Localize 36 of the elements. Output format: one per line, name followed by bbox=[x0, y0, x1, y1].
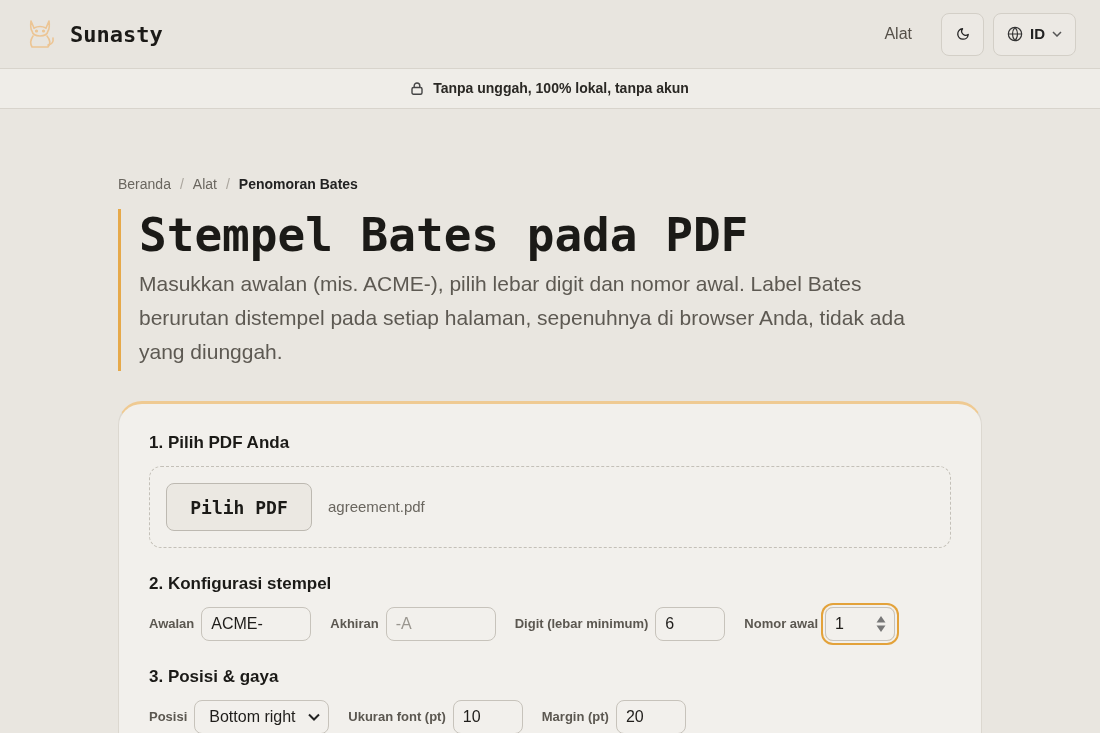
field-label: Posisi bbox=[149, 708, 188, 727]
chevron-down-icon bbox=[308, 713, 321, 721]
field-label: Digit (lebar minimum) bbox=[514, 615, 649, 634]
breadcrumb-link[interactable]: Beranda bbox=[118, 174, 171, 194]
breadcrumb-link[interactable]: Alat bbox=[192, 174, 217, 194]
field-label: Akhiran bbox=[330, 615, 379, 634]
step-heading: 2. Konfigurasi stempel bbox=[149, 573, 333, 595]
chevron-down-icon bbox=[1052, 31, 1062, 37]
breadcrumb-separator: / bbox=[179, 175, 184, 194]
moon-icon bbox=[955, 27, 970, 41]
brand-name[interactable]: Sunasty bbox=[70, 17, 163, 51]
input-field[interactable]: ACME- bbox=[201, 607, 312, 641]
choose-pdf-button[interactable]: Pilih PDF bbox=[166, 483, 312, 531]
nav-link[interactable]: Alat bbox=[884, 22, 912, 46]
spinner-arrows-icon[interactable] bbox=[876, 615, 886, 633]
theme-toggle-button[interactable] bbox=[941, 12, 984, 56]
page-title: Stempel Bates pada PDF bbox=[139, 209, 750, 261]
banner-text: Tanpa unggah, 100% lokal, tanpa akun bbox=[433, 79, 689, 98]
breadcrumb-separator: / bbox=[225, 175, 230, 194]
globe-icon bbox=[1007, 26, 1023, 42]
language-button[interactable]: ID bbox=[993, 12, 1076, 56]
field-label: Nomor awal bbox=[744, 615, 818, 634]
field-label: Ukuran font (pt) bbox=[348, 708, 446, 727]
lock-icon bbox=[411, 82, 424, 95]
step-heading: 3. Posisi & gaya bbox=[149, 666, 280, 688]
input-field[interactable]: 20 bbox=[615, 700, 686, 733]
breadcrumb-current-page: Penomoran Bates bbox=[238, 175, 358, 194]
input-field[interactable]: -A bbox=[385, 607, 496, 641]
page-description: Masukkan awalan (mis. ACME-), pilih lebar digit dan nomor awal. Label Bates berurutan distempel pada setiap halaman, sepenuhnya di browser Anda, tidak ada yang diunggah. bbox=[139, 271, 906, 365]
input-field[interactable]: 10 bbox=[452, 700, 523, 733]
field-label: Awalan bbox=[149, 615, 195, 634]
field-label: Margin (pt) bbox=[541, 708, 609, 727]
file-drop-zone[interactable]: Pilih PDF agreement.pdf bbox=[149, 466, 951, 548]
step-heading: 1. Pilih PDF Anda bbox=[149, 432, 291, 454]
file-name: agreement.pdf bbox=[328, 496, 425, 517]
input-field[interactable]: 6 bbox=[655, 607, 726, 641]
